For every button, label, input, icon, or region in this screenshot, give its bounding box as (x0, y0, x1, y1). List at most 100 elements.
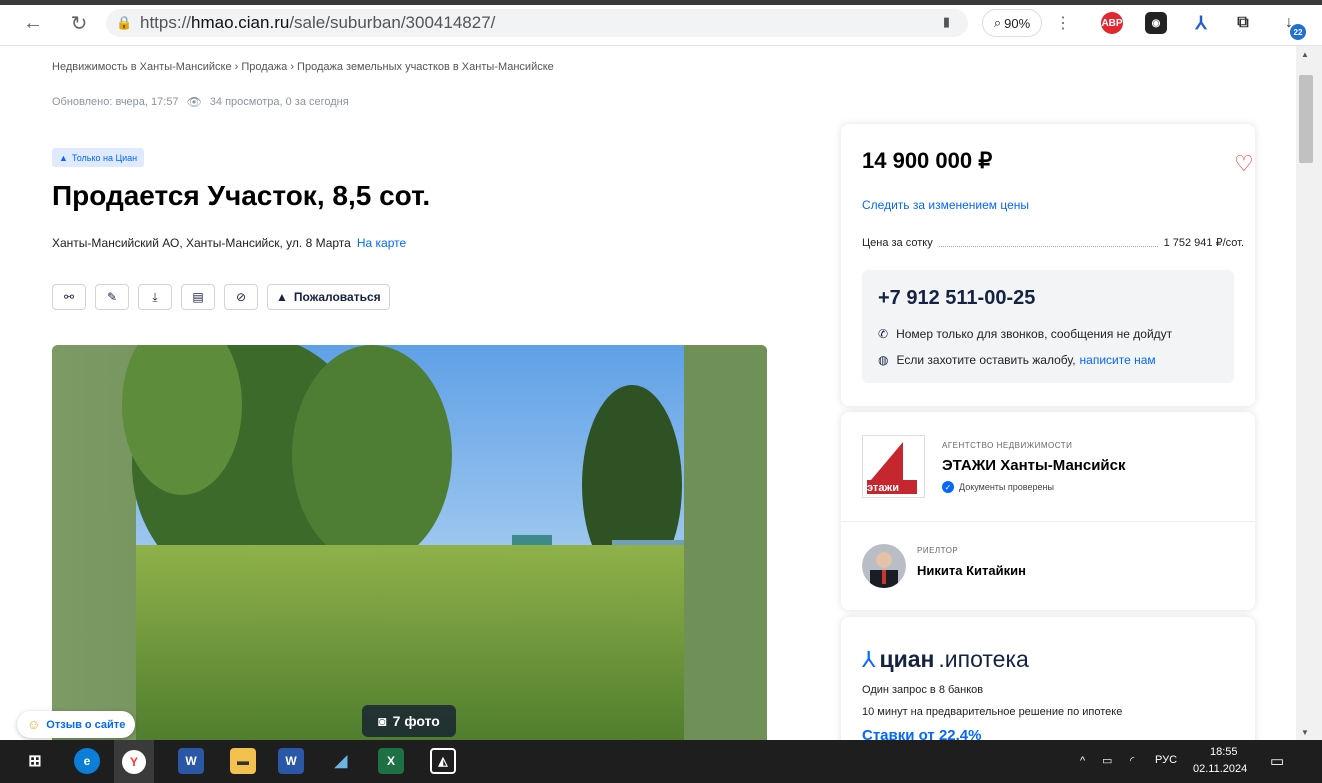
realtor-caption: РИЕЛТОР (917, 546, 959, 555)
notes-icon[interactable]: ◢ (328, 748, 354, 774)
views-text: 34 просмотра, 0 за сегодня (209, 96, 349, 108)
photo-gallery[interactable] (52, 345, 767, 745)
eye-icon: 👁 (186, 95, 202, 109)
photo-count-button[interactable]: ◙ 7 фото (362, 705, 456, 737)
language-indicator[interactable]: РУС (1155, 754, 1177, 766)
dotted-leader (938, 239, 1158, 247)
reload-icon[interactable]: ↻ (66, 10, 92, 36)
calls-only-text: Номер только для звонков, сообщения не д… (896, 327, 1173, 341)
map-link[interactable]: На карте (357, 236, 406, 250)
agency-name[interactable]: ЭТАЖИ Ханты-Мансийск (942, 457, 1126, 474)
realtor-name[interactable]: Никита Китайкин (917, 563, 1026, 578)
edge-icon[interactable]: e (74, 748, 100, 774)
hide-icon: ⊘ (235, 290, 247, 304)
write-us-link[interactable]: написите нам (1080, 353, 1156, 367)
smile-icon: ☺ (27, 717, 41, 732)
browser-toolbar: ← ↻ 🔒 https://hmao.cian.ru/sale/suburban… (0, 0, 1322, 46)
photos-icon[interactable]: ◭ (430, 748, 456, 774)
bookmark-icon[interactable]: ▮ (943, 14, 950, 30)
page-title: Продается Участок, 8,5 сот. (52, 180, 431, 211)
edit-button[interactable]: ✎ (95, 284, 129, 310)
excel-icon[interactable]: X (378, 748, 404, 774)
scrollbar-thumb[interactable] (1299, 75, 1313, 163)
pencil-icon: ✎ (106, 290, 118, 304)
follow-price-link[interactable]: Следить за изменением цены (862, 198, 1029, 212)
download-icon: ⤓ (152, 289, 158, 304)
breadcrumb[interactable]: Недвижимость в Ханты-Мансийске › Продажа… (52, 61, 554, 73)
complaint-label: Пожаловаться (293, 290, 381, 304)
cian-logo-icon: ⅄ (862, 646, 876, 672)
feedback-button[interactable]: ☺ Отзыв о сайте (17, 711, 136, 738)
zoom-indicator[interactable]: ⌕ 90% (982, 9, 1042, 37)
favorite-heart-icon[interactable]: ♡ (1234, 151, 1254, 177)
zoom-search-icon: ⌕ (993, 15, 1002, 30)
warning-icon: ▲ (276, 290, 288, 304)
clock-time[interactable]: 18:55 (1210, 746, 1238, 758)
file-explorer-icon[interactable]: ▬ (230, 748, 256, 774)
lock-icon: 🔒 (116, 15, 133, 30)
address-bar[interactable]: 🔒 https://hmao.cian.ru/sale/suburban/300… (106, 9, 968, 37)
price: 14 900 000 ₽ (862, 148, 993, 173)
support-icon: ◍ (878, 353, 889, 367)
verified-check-icon: ✓ (942, 481, 954, 493)
listing-photo (52, 345, 767, 745)
card-divider (841, 521, 1255, 522)
tray-chevron-icon[interactable]: ^ (1080, 755, 1085, 767)
listing-tools: ⚯ ✎ ⤓ ▤ ⊘ ▲ Пожаловаться (52, 284, 390, 310)
scroll-down-icon[interactable]: ▼ (1301, 728, 1309, 737)
back-icon[interactable]: ← (20, 10, 46, 36)
word-pad-icon[interactable]: W (178, 748, 204, 774)
ipoteka-line-2: 10 минут на предварительное решение по и… (862, 706, 1123, 718)
cian-ipoteka-logo[interactable]: ⅄ циан .ипотека (862, 646, 1029, 673)
camera-icon: ◙ (378, 713, 387, 729)
notifications-icon[interactable]: ▭ (1270, 752, 1284, 770)
print-button[interactable]: ▤ (181, 284, 215, 310)
download-button[interactable]: ⤓ (138, 284, 172, 310)
taskbar: ⊞ e Y W ▬ W ◢ X ◭ ^ ▭ ◜ РУС 18:55 02.11.… (0, 740, 1322, 783)
photo-count-label: 7 фото (392, 713, 440, 729)
feedback-label: Отзыв о сайте (46, 718, 126, 731)
wifi-icon[interactable]: ◜ (1130, 754, 1134, 767)
realtor-avatar[interactable] (862, 544, 906, 588)
complaint-note: ◍ Если захотите оставить жалобу, написите … (878, 353, 1156, 367)
downloads-badge: 22 (1290, 24, 1306, 40)
print-icon: ▤ (192, 290, 204, 304)
pdf-extension-icon[interactable]: ⅄ (1190, 12, 1212, 34)
address-text: Ханты-Мансийский АО, Ханты-Мансийск, ул.… (52, 236, 351, 250)
calls-only-note: ✆ Номер только для звонков, сообщения не … (878, 327, 1172, 341)
verified-badge: ✓ Документы проверены (942, 481, 1054, 493)
only-cian-badge: ▲ Только на Циан (52, 148, 145, 167)
collections-icon[interactable]: ⧉ (1232, 12, 1254, 34)
price-per-hundred-value: 1 752 941 ₽/сот. (1163, 237, 1244, 249)
listing-meta: Обновлено: вчера, 17:57 👁 34 просмотра, … (52, 95, 349, 109)
yandex-browser-active[interactable]: Y (114, 740, 154, 783)
zoom-level: 90% (1004, 15, 1031, 31)
realtor-photo (870, 552, 898, 588)
brand-suffix: .ипотека (938, 646, 1029, 672)
word-icon[interactable]: W (278, 748, 304, 774)
url-path: /sale/suburban/300414827/ (289, 13, 496, 32)
phone-number[interactable]: +7 912 511-00-25 (878, 287, 1035, 310)
adblock-icon[interactable]: ABP (1101, 12, 1123, 34)
complaint-button[interactable]: ▲ Пожаловаться (267, 284, 390, 310)
extension-icon[interactable]: ◉ (1145, 12, 1167, 34)
clock-date[interactable]: 02.11.2024 (1193, 763, 1247, 775)
agency-caption: АГЕНТСТВО НЕДВИЖИМОСТИ (942, 441, 1073, 450)
verified-text: Документы проверены (959, 482, 1054, 492)
windows-start-icon[interactable]: ⊞ (22, 748, 48, 774)
updated-text: Обновлено: вчера, 17:57 (52, 96, 179, 108)
agency-logo[interactable]: этажи (862, 435, 925, 498)
menu-dots-icon[interactable]: ⋮ (1050, 10, 1076, 36)
battery-icon[interactable]: ▭ (1102, 754, 1112, 767)
scroll-up-icon[interactable]: ▲ (1301, 50, 1309, 59)
price-per-hundred: Цена за сотку 1 752 941 ₽/сот. (862, 236, 1244, 250)
price-per-hundred-label: Цена за сотку (862, 236, 933, 249)
url-host: hmao.cian.ru (191, 13, 290, 32)
cian-arrow-icon: ▲ (59, 152, 68, 163)
phone-icon: ✆ (878, 327, 889, 341)
yandex-icon: Y (122, 749, 146, 774)
hide-button[interactable]: ⊘ (224, 284, 258, 310)
share-button[interactable]: ⚯ (52, 284, 86, 310)
brand-text: циан (879, 646, 935, 672)
address: Ханты-Мансийский АО, Ханты-Мансийск, ул.… (52, 236, 406, 250)
